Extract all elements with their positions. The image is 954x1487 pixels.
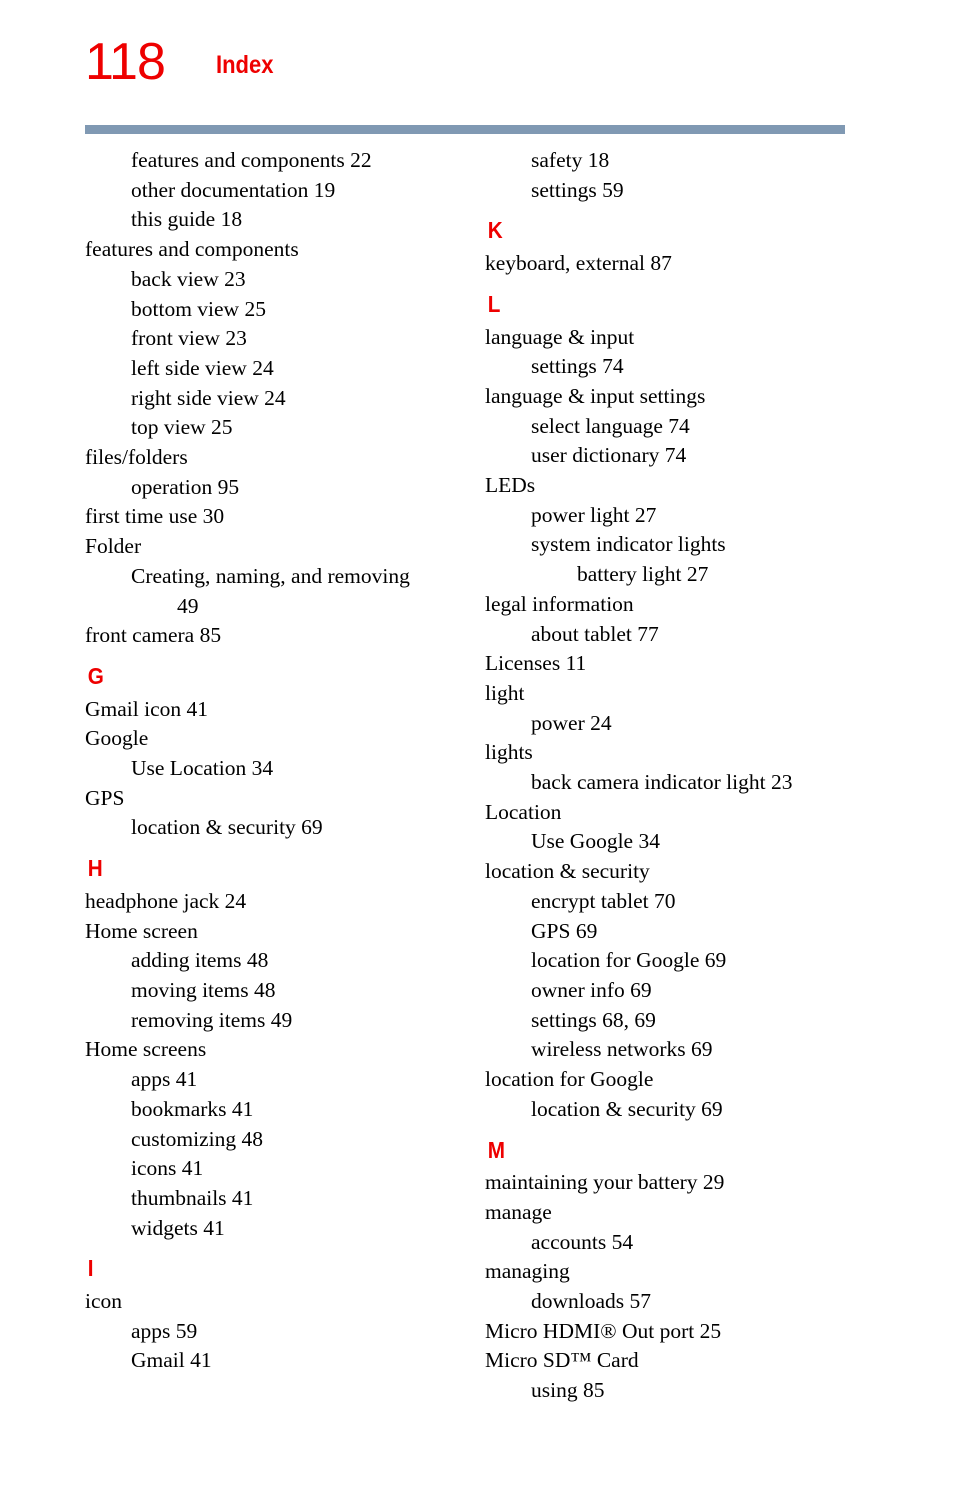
index-entry: this guide 18: [131, 207, 243, 232]
index-entry: language & input settings: [485, 383, 706, 408]
index-entry: features and components: [85, 237, 299, 262]
index-entry: headphone jack 24: [85, 888, 247, 913]
index-entry: wireless networks 69: [531, 1037, 713, 1062]
index-entry: customizing 48: [131, 1126, 263, 1151]
index-entry: back camera indicator light 23: [531, 770, 793, 795]
index-entry: first time use 30: [85, 504, 225, 529]
index-entry: back view 23: [131, 266, 246, 291]
index-entry: Home screen: [85, 918, 198, 943]
section-letter-heading: K: [487, 217, 503, 244]
index-entry: features and components 22: [131, 148, 372, 172]
index-entry: Use Google 34: [531, 829, 660, 854]
index-entry: about tablet 77: [531, 621, 659, 646]
index-entry: maintaining your battery 29: [485, 1170, 725, 1195]
index-entry: top view 25: [131, 415, 233, 440]
index-entry: location & security 69: [131, 815, 323, 840]
index-entry: Micro HDMI® Out port 25: [485, 1318, 722, 1343]
index-entry: removing items 49: [131, 1007, 293, 1032]
index-entry: safety 18: [531, 148, 610, 172]
index-column-right: safety 18 settings 59 Kkeyboard, external …: [485, 146, 885, 1406]
index-entry: lights: [485, 740, 533, 765]
index-entry: location & security 69: [531, 1096, 723, 1121]
index-entry: other documentation 19: [131, 177, 336, 202]
index-entry: moving items 48: [131, 977, 276, 1002]
index-entry: operation 95: [131, 474, 240, 499]
index-entry: right side view 24: [131, 385, 286, 410]
index-entry: Use Location 34: [131, 756, 274, 781]
index-entry: select language 74: [531, 413, 690, 438]
index-entry: encrypt tablet 70: [531, 888, 676, 913]
index-entry: left side view 24: [131, 355, 274, 380]
index-entry: Home screens: [85, 1037, 207, 1062]
index-entry: location & security: [485, 859, 650, 884]
index-entry: Google: [85, 726, 149, 751]
index-entry: location for Google: [485, 1067, 654, 1092]
index-entry-label: Creating, naming, and removing: [131, 563, 410, 588]
section-letter-heading: H: [87, 855, 103, 882]
index-entry: battery light 27: [577, 562, 709, 587]
index-entry: settings 74: [531, 354, 624, 379]
index-entry-continuation: 49: [177, 593, 199, 618]
index-entry: Micro SD™ Card: [485, 1348, 639, 1373]
index-entry: legal information: [485, 591, 634, 616]
index-entry: bookmarks 41: [131, 1096, 254, 1121]
index-entry: location for Google 69: [531, 948, 727, 973]
index-entry: using 85: [531, 1378, 605, 1403]
section-letter-heading: I: [87, 1255, 94, 1282]
index-entry: downloads 57: [531, 1289, 652, 1314]
index-entry: front camera 85: [85, 623, 222, 648]
index-entry: power light 27: [531, 502, 657, 527]
page-number: 118: [85, 33, 166, 91]
index-entry: files/folders: [85, 445, 188, 470]
index-entry: settings 68, 69: [531, 1007, 656, 1032]
index-entry: GPS: [85, 785, 125, 810]
index-entry: system indicator lights: [531, 532, 726, 557]
index-entry: Gmail icon 41: [85, 696, 209, 721]
index-entry: Folder: [85, 534, 142, 559]
index-entry: power 24: [531, 710, 612, 735]
index-entry: apps 41: [131, 1067, 198, 1092]
index-entry: front view 23: [131, 326, 247, 351]
index-entry: widgets 41: [131, 1215, 225, 1240]
index-entry: keyboard, external 87: [485, 251, 672, 276]
index-entry: Gmail 41: [131, 1348, 212, 1373]
index-entry: bottom view 25: [131, 296, 266, 321]
index-entry: managing: [485, 1259, 570, 1284]
page-title: Index: [216, 51, 274, 79]
index-entry: accounts 54: [531, 1229, 634, 1254]
section-letter-heading: L: [487, 290, 501, 317]
index-entry: settings 59: [531, 177, 624, 202]
index-entry: language & input: [485, 324, 635, 349]
index-column-left: features and components 22 other document…: [85, 146, 485, 1376]
index-entry: apps 59: [131, 1318, 198, 1343]
header-divider: [85, 125, 845, 134]
index-entry: LEDs: [485, 473, 536, 498]
index-entry: thumbnails 41: [131, 1185, 254, 1210]
index-entry: Licenses 11: [485, 651, 587, 676]
index-entry: manage: [485, 1199, 552, 1224]
index-entry: Location: [485, 799, 562, 824]
index-entry: icon: [85, 1289, 123, 1314]
page-header: 118 Index: [0, 0, 954, 140]
index-entry: adding items 48: [131, 948, 269, 973]
index-entry: owner info 69: [531, 977, 652, 1002]
index-entry: GPS 69: [531, 918, 598, 943]
section-letter-heading: M: [487, 1136, 505, 1163]
index-entry: user dictionary 74: [531, 443, 687, 468]
index-entry: Creating, naming, and removing 49: [85, 562, 485, 621]
index-entry: icons 41: [131, 1156, 204, 1181]
section-letter-heading: G: [87, 662, 104, 689]
index-entry: light: [485, 680, 525, 705]
